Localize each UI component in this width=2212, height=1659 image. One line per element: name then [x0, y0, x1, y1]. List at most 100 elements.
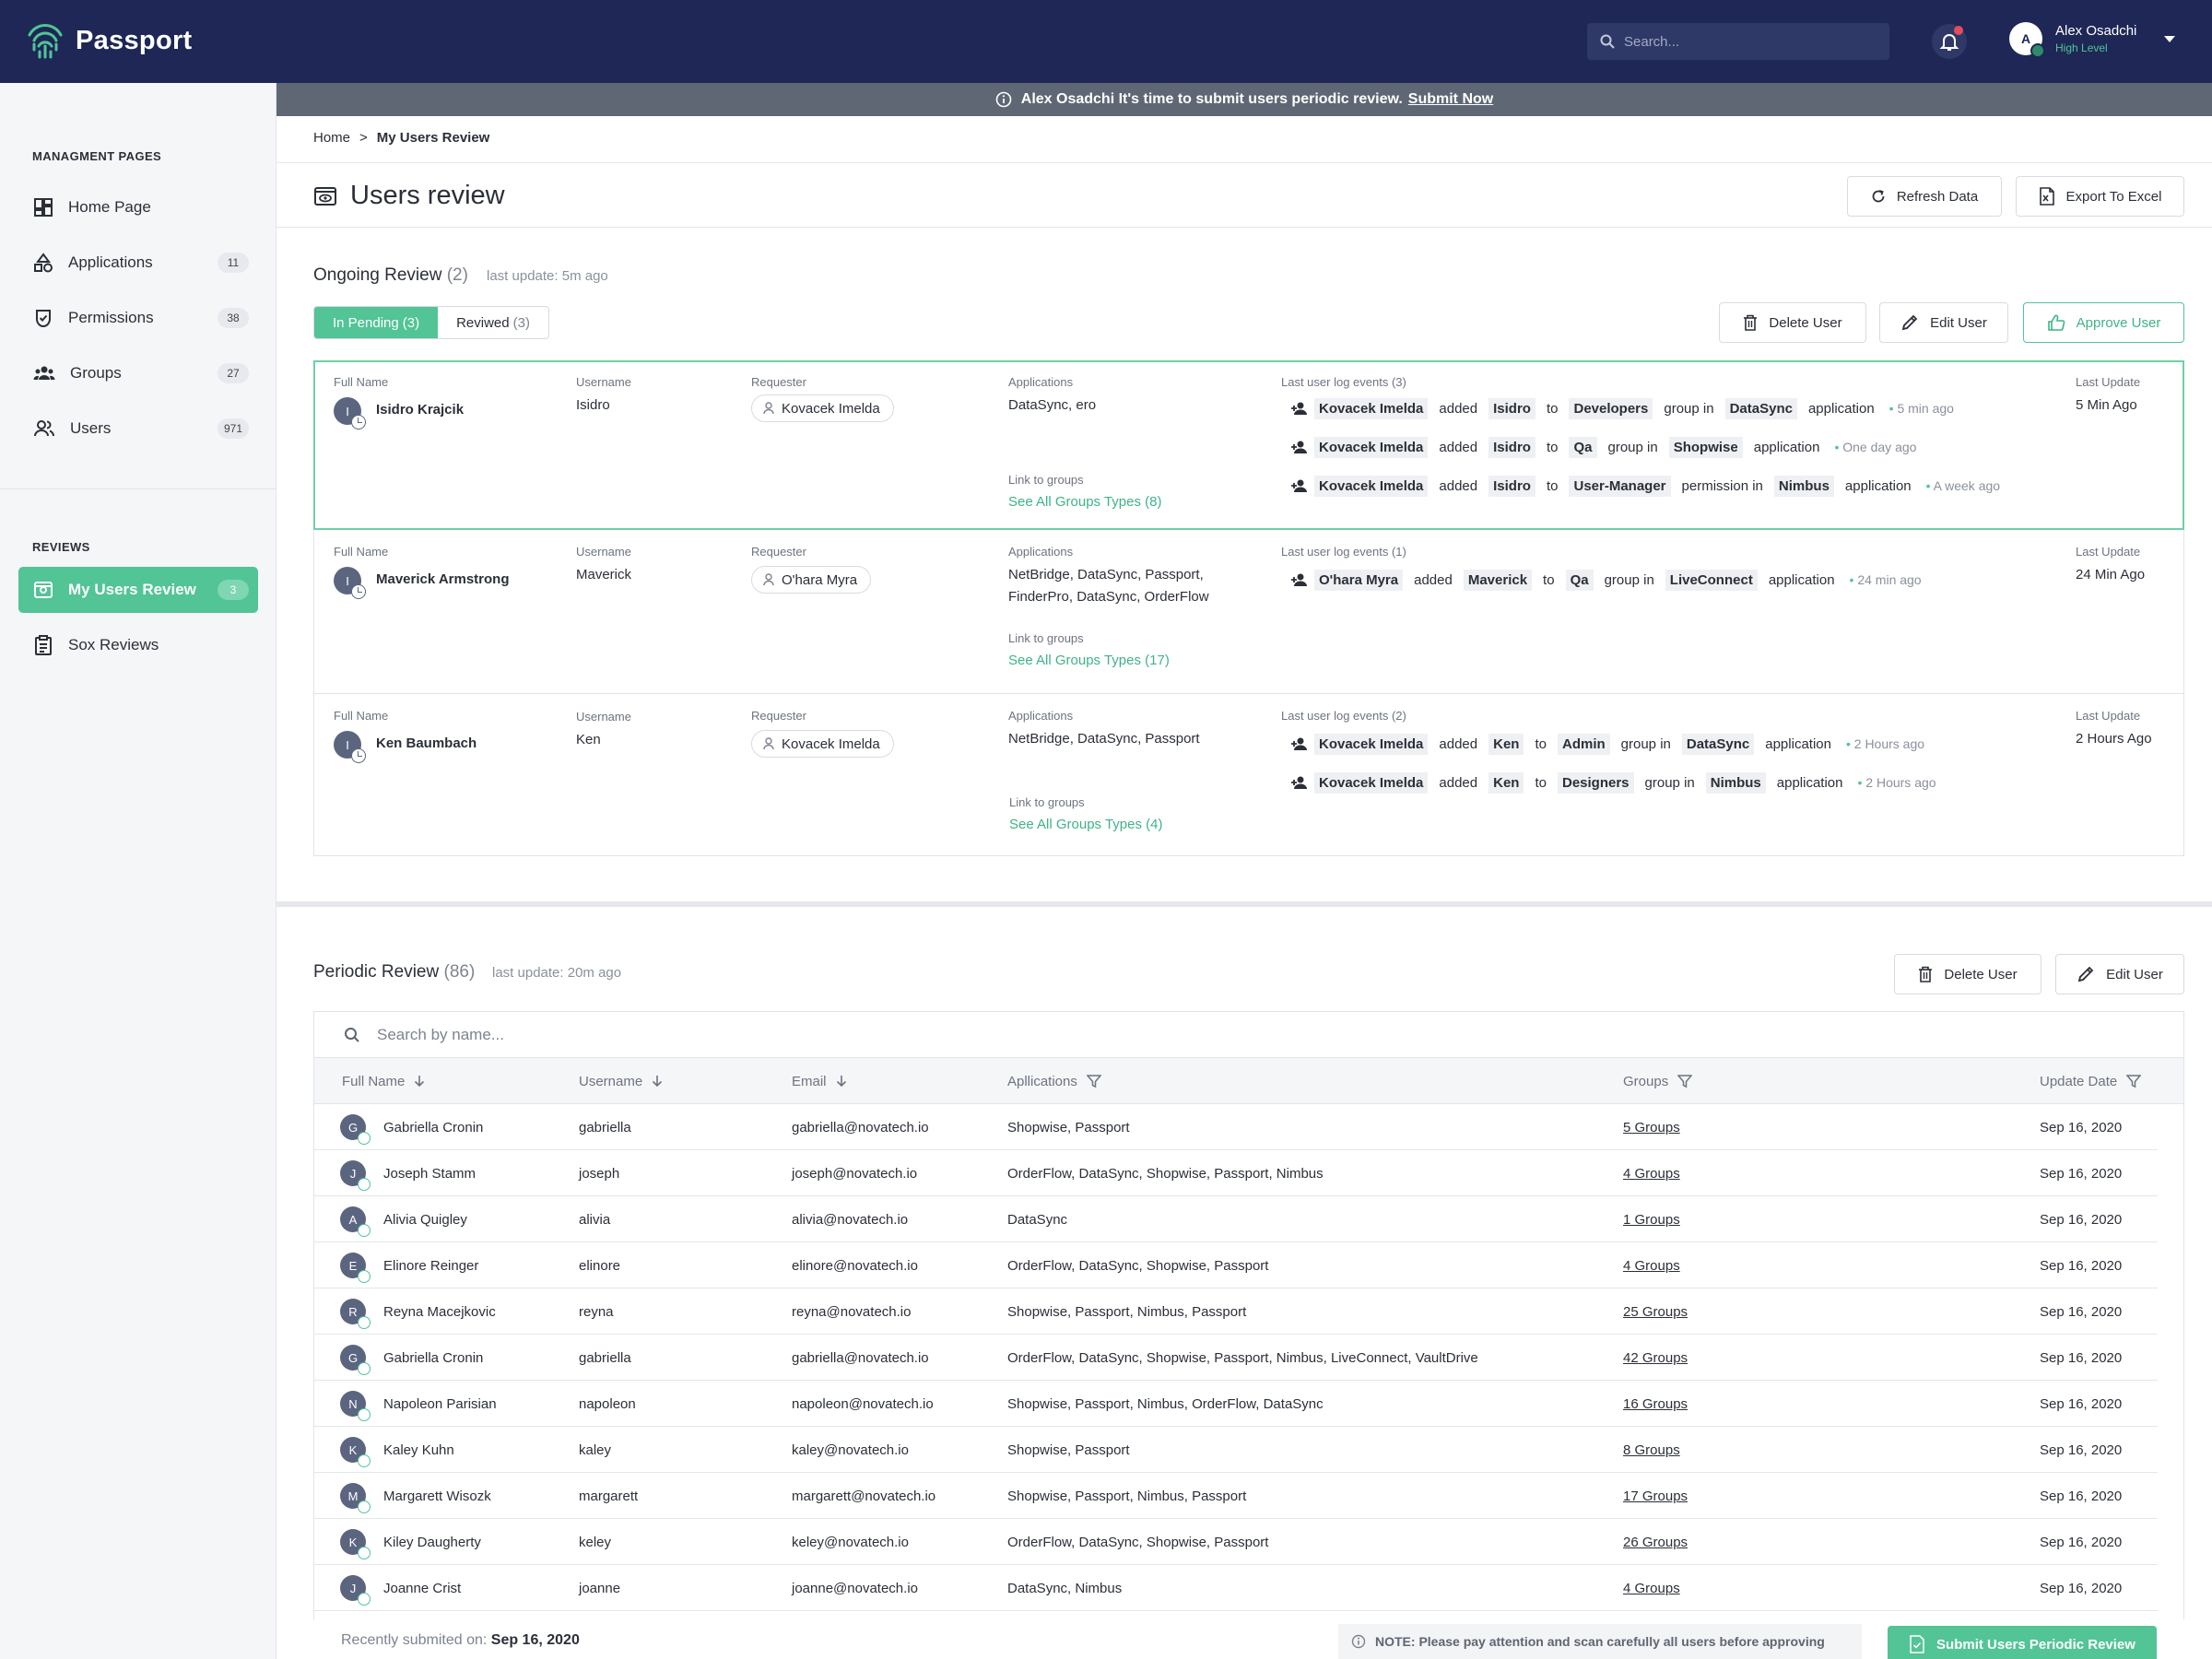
delete-user-button[interactable]: Delete User [1719, 302, 1866, 343]
button-label: Delete User [1944, 966, 2018, 982]
applications-cell: OrderFlow, DataSync, Shopwise, Passport [1007, 1257, 1269, 1274]
requester-chip[interactable]: Kovacek Imelda [751, 394, 894, 422]
table-row[interactable]: E Elinore Reinger elinore elinore@novatech.… [314, 1242, 2158, 1288]
edit-user-button[interactable]: Edit User [1879, 302, 2008, 343]
refresh-icon [1872, 190, 1885, 203]
see-all-groups-link[interactable]: See All Groups Types (4) [1009, 817, 1162, 832]
update-date-cell: Sep 16, 2020 [2040, 1165, 2123, 1182]
sidebar-item-permissions[interactable]: Permissions 38 [18, 295, 258, 341]
user-icon [763, 402, 774, 415]
review-card[interactable]: Full Name I Ken Baumbach Username Ken Re… [313, 694, 2184, 856]
email-cell: gabriella@novatech.io [792, 1119, 929, 1135]
table-row[interactable]: R Reyna Macejkovic reyna reyna@novatech.io S… [314, 1288, 2158, 1335]
sidebar-item-groups[interactable]: Groups 27 [18, 350, 258, 396]
sidebar-item-home[interactable]: Home Page [18, 184, 258, 230]
count-badge: 11 [218, 253, 249, 273]
table-row[interactable]: J Joseph Stamm joseph joseph@novatech.io Ord… [314, 1150, 2158, 1196]
breadcrumb-home[interactable]: Home [313, 130, 350, 146]
info-icon [1351, 1634, 1366, 1649]
see-all-groups-link[interactable]: See All Groups Types (8) [1008, 494, 1161, 510]
email-cell: gabriella@novatech.io [792, 1349, 929, 1366]
notifications-button[interactable] [1932, 24, 1967, 59]
column-applications[interactable]: Apllications [1007, 1058, 1101, 1104]
groups-link[interactable]: 1 Groups [1623, 1196, 1680, 1242]
requester-chip[interactable]: O'hara Myra [751, 566, 872, 594]
requester-chip[interactable]: Kovacek Imelda [751, 730, 894, 758]
column-full-name[interactable]: Full Name [342, 1058, 425, 1104]
groups-link[interactable]: 25 Groups [1623, 1288, 1688, 1335]
groups-link[interactable]: 17 Groups [1623, 1473, 1688, 1519]
full-name-label: Full Name [334, 545, 389, 559]
sidebar-item-my-users-review[interactable]: My Users Review 3 [18, 567, 258, 613]
column-groups[interactable]: Groups [1623, 1058, 1693, 1104]
global-search-input[interactable] [1624, 33, 1873, 50]
tab-reviewed[interactable]: Reviwed (3) [438, 307, 548, 338]
refresh-data-button[interactable]: Refresh Data [1847, 176, 2002, 217]
periodic-edit-user-button[interactable]: Edit User [2055, 954, 2184, 994]
column-update-date[interactable]: Update Date [2040, 1058, 2142, 1104]
username-label: Username [576, 710, 631, 724]
table-search[interactable] [314, 1012, 2183, 1058]
review-card[interactable]: Full Name I Maverick Armstrong Username … [313, 530, 2184, 694]
column-username[interactable]: Username [579, 1058, 663, 1104]
sort-down-icon [415, 1076, 425, 1088]
groups-link[interactable]: 26 Groups [1623, 1519, 1688, 1565]
table-row[interactable]: K Kiley Daugherty keley keley@novatech.io Or… [314, 1519, 2158, 1565]
last-update-value: 24 Min Ago [2076, 567, 2146, 582]
table-row[interactable]: A Alivia Quigley alivia alivia@novatech.io D… [314, 1196, 2158, 1242]
submit-now-link[interactable]: Submit Now [1408, 91, 1493, 108]
applications-cell: DataSync, Nimbus [1007, 1580, 1123, 1596]
chevron-down-icon[interactable] [2164, 35, 2176, 42]
sidebar-item-applications[interactable]: Applications 11 [18, 240, 258, 286]
groups-link[interactable]: 42 Groups [1623, 1335, 1688, 1381]
groups-link[interactable]: 16 Groups [1623, 1381, 1688, 1427]
avatar: J [340, 1575, 371, 1606]
table-row[interactable]: J Joanne Crist joanne joanne@novatech.io Dat… [314, 1565, 2158, 1611]
submit-periodic-review-button[interactable]: Submit Users Periodic Review [1888, 1626, 2157, 1659]
table-row[interactable]: K Kaley Kuhn kaley kaley@novatech.io Shopwis… [314, 1427, 2158, 1473]
periodic-users-table: Full Name Username Email Apllications Gr… [313, 1011, 2184, 1619]
table-row[interactable]: G Gabriella Cronin gabriella gabriella@nova… [314, 1104, 2158, 1150]
groups-link[interactable]: 4 Groups [1623, 1565, 1680, 1611]
export-excel-button[interactable]: Export To Excel [2016, 176, 2184, 217]
user-icon [763, 573, 774, 586]
global-search[interactable] [1587, 23, 1889, 60]
pencil-icon [2077, 966, 2094, 982]
table-row[interactable]: M Margarett Wisozk margarett margarett@nova… [314, 1473, 2158, 1519]
applications-cell: DataSync [1007, 1211, 1068, 1228]
clipboard-icon [35, 635, 52, 655]
groups-link[interactable]: 4 Groups [1623, 1242, 1680, 1288]
approve-user-button[interactable]: Approve User [2023, 302, 2184, 343]
groups-link[interactable]: 5 Groups [1623, 1104, 1680, 1150]
applications-label: Applications [1008, 709, 1074, 723]
groups-link[interactable]: 4 Groups [1623, 1150, 1680, 1196]
column-email[interactable]: Email [792, 1058, 847, 1104]
log-events-label: Last user log events (3) [1281, 375, 1406, 389]
filter-icon [1086, 1075, 1101, 1088]
periodic-delete-user-button[interactable]: Delete User [1894, 954, 2041, 994]
avatar: A [340, 1206, 371, 1237]
email-cell: joseph@novatech.io [792, 1165, 918, 1182]
groups-link[interactable]: 8 Groups [1623, 1427, 1680, 1473]
review-card[interactable]: Full Name I Isidro Krajcik Username Isid… [313, 360, 2184, 530]
user-name: Alex Osadchi [2055, 23, 2137, 39]
table-row[interactable]: G Gabriella Cronin gabriella gabriella@nova… [314, 1335, 2158, 1381]
tab-in-pending[interactable]: In Pending (3) [314, 307, 439, 338]
applications-cell: Shopwise, Passport, Nimbus, Passport [1007, 1303, 1247, 1320]
see-all-groups-link[interactable]: See All Groups Types (17) [1008, 653, 1170, 668]
breadcrumb-current: My Users Review [376, 130, 490, 146]
app-logo[interactable]: Passport [26, 22, 193, 59]
sidebar-item-sox-reviews[interactable]: Sox Reviews [18, 622, 258, 668]
status-check-icon [358, 1270, 371, 1283]
user-menu[interactable]: A Alex Osadchi High Level [2009, 22, 2176, 58]
table-header: Full Name Username Email Apllications Gr… [314, 1058, 2183, 1104]
table-search-input[interactable] [377, 1025, 930, 1044]
sidebar-item-label: My Users Review [68, 581, 196, 598]
username-cell: elinore [579, 1257, 621, 1274]
sidebar-item-users[interactable]: Users 971 [18, 406, 258, 452]
email-cell: napoleon@novatech.io [792, 1395, 934, 1412]
applications-cell: Shopwise, Passport [1007, 1441, 1130, 1458]
sort-down-icon [653, 1076, 663, 1088]
table-row[interactable]: N Napoleon Parisian napoleon napoleon@novat… [314, 1381, 2158, 1427]
clock-icon [351, 415, 366, 429]
